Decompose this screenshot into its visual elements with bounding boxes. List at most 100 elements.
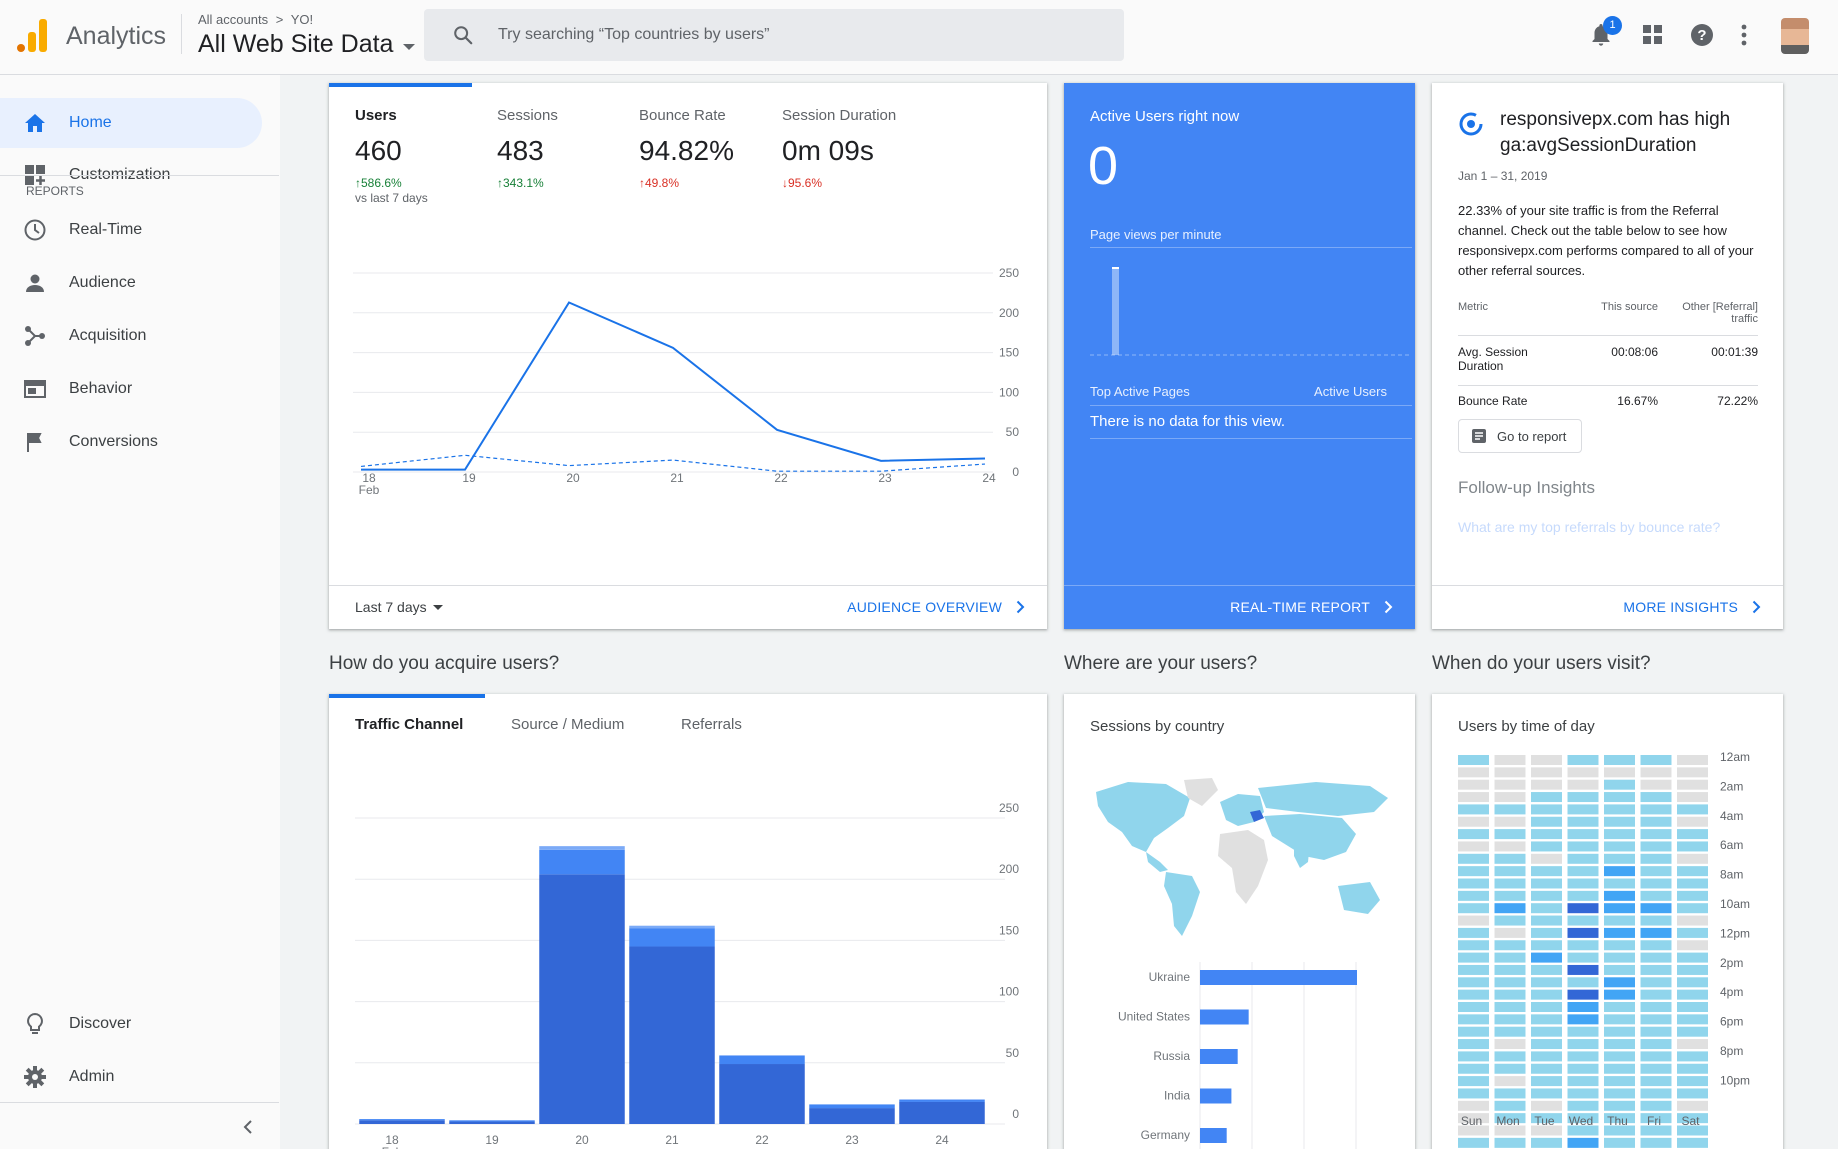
- sidebar-item-admin[interactable]: Admin: [0, 1052, 262, 1102]
- collapse-sidebar-icon[interactable]: [240, 1119, 256, 1135]
- metric-change-value: 49.8%: [645, 176, 680, 190]
- sidebar-item-audience[interactable]: Audience: [0, 258, 262, 308]
- heatmap-cell: [1531, 841, 1562, 852]
- breadcrumb-account[interactable]: YO!: [291, 12, 313, 27]
- sidebar-item-discover[interactable]: Discover: [0, 999, 262, 1049]
- sidebar-item-conversions[interactable]: Conversions: [0, 417, 262, 467]
- heatmap-cell: [1494, 940, 1526, 951]
- heatmap-cell: [1567, 816, 1599, 827]
- heatmap-cell: [1494, 1014, 1526, 1025]
- go-to-report-button[interactable]: Go to report: [1458, 419, 1582, 453]
- hour-label: 6am: [1720, 838, 1743, 852]
- heatmap-cell: [1640, 804, 1672, 815]
- x-tick-label: 21: [665, 1133, 679, 1147]
- link-label: REAL-TIME REPORT: [1230, 599, 1370, 615]
- heatmap-cell: [1640, 755, 1672, 765]
- sidebar-item-home[interactable]: Home: [0, 98, 262, 148]
- users-line-chart: 05010015020025018Feb19 20 21 22 23 24: [353, 266, 1020, 497]
- search-bar[interactable]: [424, 9, 1124, 61]
- heatmap-cell: [1531, 927, 1562, 938]
- section-title-when: When do your users visit?: [1432, 653, 1651, 674]
- bar-segment-0: [899, 1101, 985, 1124]
- heatmap-cell: [1604, 779, 1635, 790]
- bar-segment-2: [629, 925, 715, 929]
- heatmap-cell: [1677, 927, 1708, 938]
- heatmap-cell: [1677, 853, 1708, 864]
- heatmap-cell: [1531, 890, 1562, 901]
- heatmap-cell: [1604, 829, 1635, 840]
- y-tick-label: 250: [999, 801, 1019, 815]
- sidebar-item-label: Discover: [69, 1015, 132, 1032]
- sidebar-item-acquisition[interactable]: Acquisition: [0, 311, 262, 361]
- metric-value: 483: [497, 135, 544, 166]
- heatmap-cell: [1604, 1002, 1635, 1012]
- country-bar: [1200, 1088, 1232, 1104]
- country-label: India: [1164, 1089, 1190, 1103]
- heatmap-cell: [1458, 1026, 1489, 1037]
- heatmap-cell: [1458, 1100, 1489, 1111]
- realtime-report-link[interactable]: REAL-TIME REPORT: [1230, 599, 1393, 615]
- country-label: Ukraine: [1149, 970, 1191, 984]
- heatmap-cell: [1494, 829, 1526, 840]
- breadcrumb[interactable]: All accounts > YO!: [198, 12, 313, 27]
- y-tick-label: 50: [1006, 425, 1020, 439]
- search-input[interactable]: [498, 9, 1098, 61]
- tab-referrals[interactable]: Referrals: [681, 716, 742, 733]
- heatmap-cell: [1458, 1063, 1489, 1074]
- reports-section-label: REPORTS: [26, 184, 84, 198]
- sidebar-item-real-time[interactable]: Real-Time: [0, 205, 262, 255]
- avatar[interactable]: [1781, 18, 1809, 54]
- section-title-acquire: How do you acquire users?: [329, 653, 560, 674]
- world-map[interactable]: [1088, 776, 1394, 944]
- top-active-pages-label: Top Active Pages: [1090, 384, 1190, 399]
- followup-question[interactable]: What are my top referrals by bounce rate…: [1458, 519, 1720, 535]
- heatmap-cell: [1640, 878, 1672, 889]
- bar-segment-0: [359, 1120, 445, 1124]
- heatmap-cell: [1640, 767, 1672, 778]
- behavior-icon: [24, 380, 46, 398]
- heatmap-cell: [1531, 977, 1562, 988]
- metric-value: 0m 09s: [782, 135, 874, 166]
- tab-source-medium[interactable]: Source / Medium: [511, 716, 624, 733]
- heatmap-cell: [1494, 792, 1526, 803]
- heatmap-cell: [1567, 1137, 1599, 1148]
- heatmap-cell: [1494, 1002, 1526, 1012]
- chevron-right-icon: [1752, 600, 1761, 614]
- y-tick-label: 250: [999, 266, 1019, 280]
- heatmap-cell: [1458, 903, 1489, 914]
- heatmap-cell: [1567, 755, 1599, 765]
- tab-traffic-channel[interactable]: Traffic Channel: [355, 716, 463, 733]
- heatmap-cell: [1494, 841, 1526, 852]
- heatmap-cell: [1531, 915, 1562, 926]
- heatmap-cell: [1494, 952, 1526, 963]
- property-selector[interactable]: All Web Site Data: [198, 30, 416, 59]
- heatmap-cell: [1567, 1063, 1599, 1074]
- bar-segment-0: [719, 1064, 805, 1124]
- heatmap-cell: [1567, 1014, 1599, 1025]
- apps-icon[interactable]: [1643, 25, 1663, 45]
- search-icon: [454, 26, 473, 45]
- heatmap-cell: [1677, 816, 1708, 827]
- breadcrumb-all-accounts[interactable]: All accounts: [198, 12, 268, 27]
- heatmap-cell: [1604, 927, 1635, 938]
- heatmap-cell: [1677, 1076, 1708, 1087]
- map-south-america: [1164, 872, 1200, 936]
- heatmap-cell: [1494, 767, 1526, 778]
- more-insights-link[interactable]: MORE INSIGHTS: [1623, 599, 1761, 615]
- heatmap-cell: [1567, 890, 1599, 901]
- more-vert-icon[interactable]: [1741, 24, 1747, 46]
- help-icon[interactable]: ?: [1690, 23, 1714, 47]
- heatmap-cell: [1677, 903, 1708, 914]
- heatmap-cell: [1640, 989, 1672, 1000]
- date-range-selector[interactable]: Last 7 days: [355, 599, 443, 615]
- sidebar-item-behavior[interactable]: Behavior: [0, 364, 262, 414]
- audience-overview-link[interactable]: AUDIENCE OVERVIEW: [847, 599, 1025, 615]
- heatmap-cell: [1677, 1063, 1708, 1074]
- analytics-logo[interactable]: [17, 19, 47, 52]
- heatmap-cell: [1531, 829, 1562, 840]
- heatmap-cell: [1640, 1137, 1672, 1148]
- heatmap-cell: [1531, 964, 1562, 975]
- page-views-label: Page views per minute: [1090, 227, 1222, 242]
- map-central-america: [1146, 852, 1168, 872]
- heatmap-cell: [1604, 878, 1635, 889]
